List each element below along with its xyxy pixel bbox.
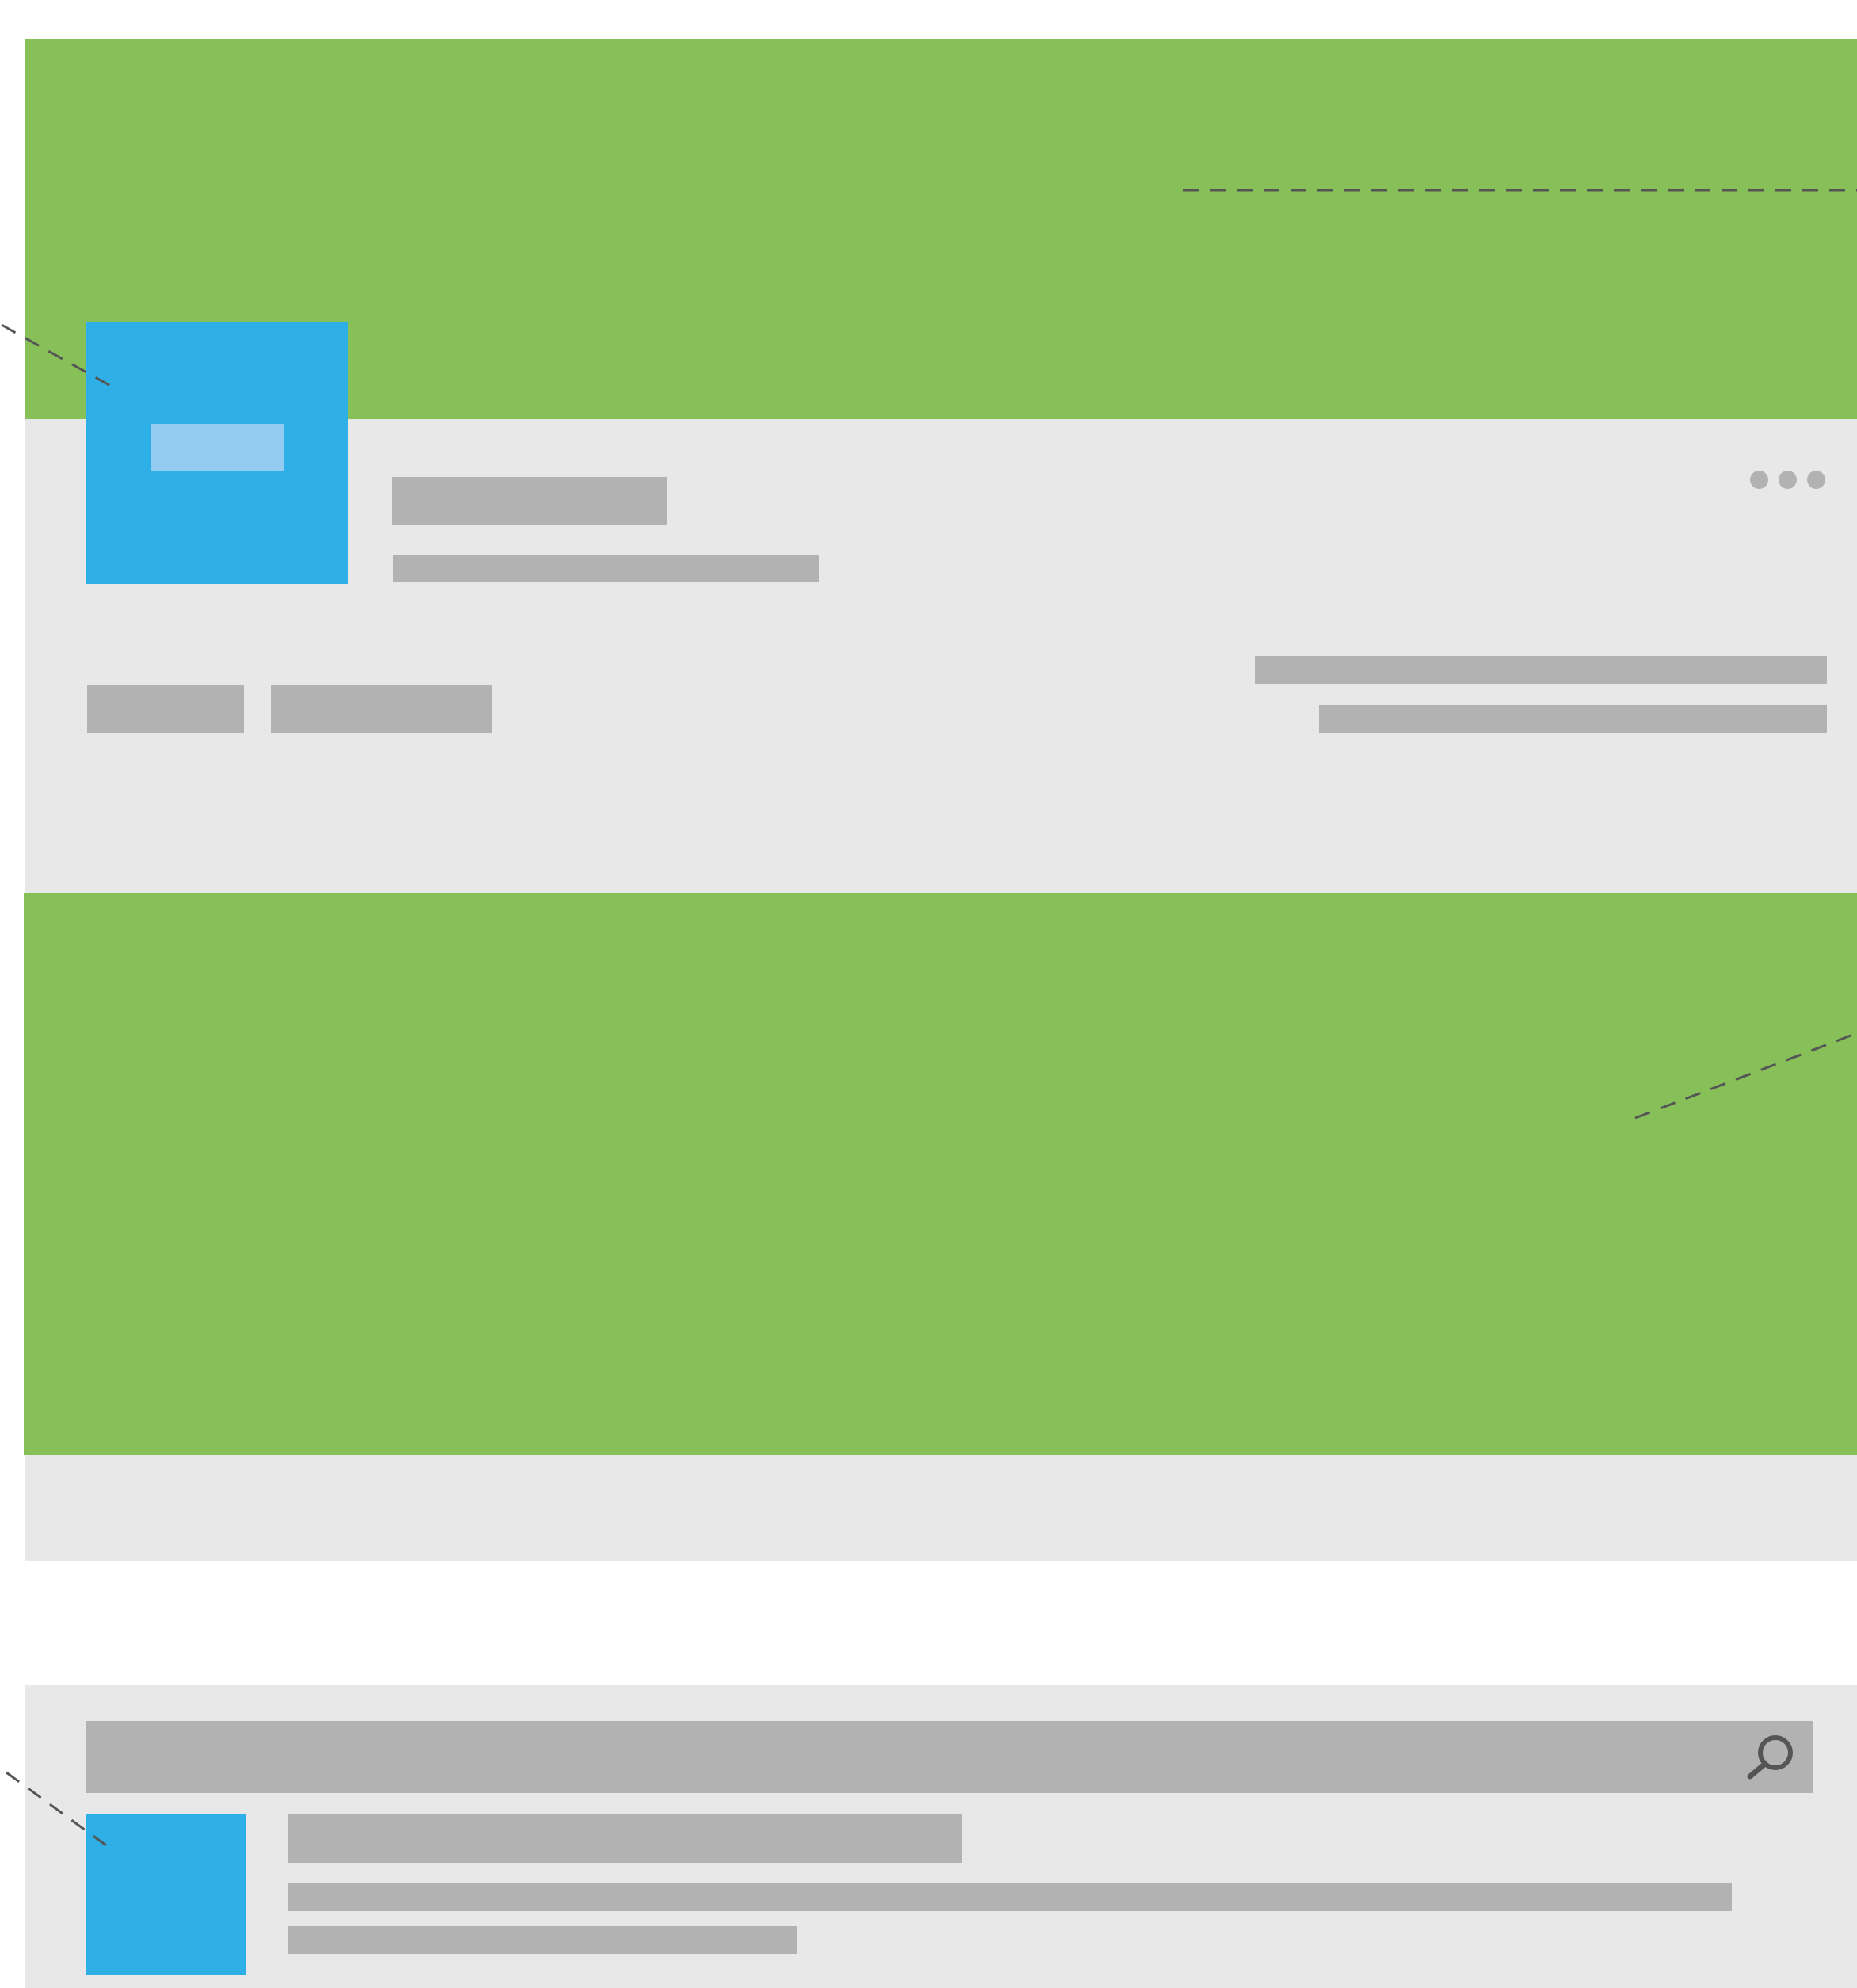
profile-subtitle-placeholder [393,555,819,582]
wireframe-canvas [0,0,1857,1988]
more-dot [1779,471,1797,489]
profile-title-placeholder [392,477,667,525]
action-button-1[interactable] [87,685,244,733]
more-dots-icon[interactable] [1750,471,1825,489]
more-dot [1807,471,1825,489]
profile-meta-line-2 [1319,705,1827,733]
content-banner [24,893,1857,1455]
more-dot [1750,471,1768,489]
result-title-placeholder [288,1814,962,1863]
result-thumbnail[interactable] [86,1814,246,1975]
search-icon[interactable] [1742,1732,1798,1781]
profile-meta-line-1 [1255,656,1827,684]
avatar-label-placeholder [151,424,284,471]
result-line-1-placeholder [288,1883,1732,1911]
search-input[interactable] [86,1721,1813,1793]
result-line-2-placeholder [288,1926,797,1954]
profile-avatar-tile[interactable] [86,322,348,584]
action-button-2[interactable] [271,685,492,733]
